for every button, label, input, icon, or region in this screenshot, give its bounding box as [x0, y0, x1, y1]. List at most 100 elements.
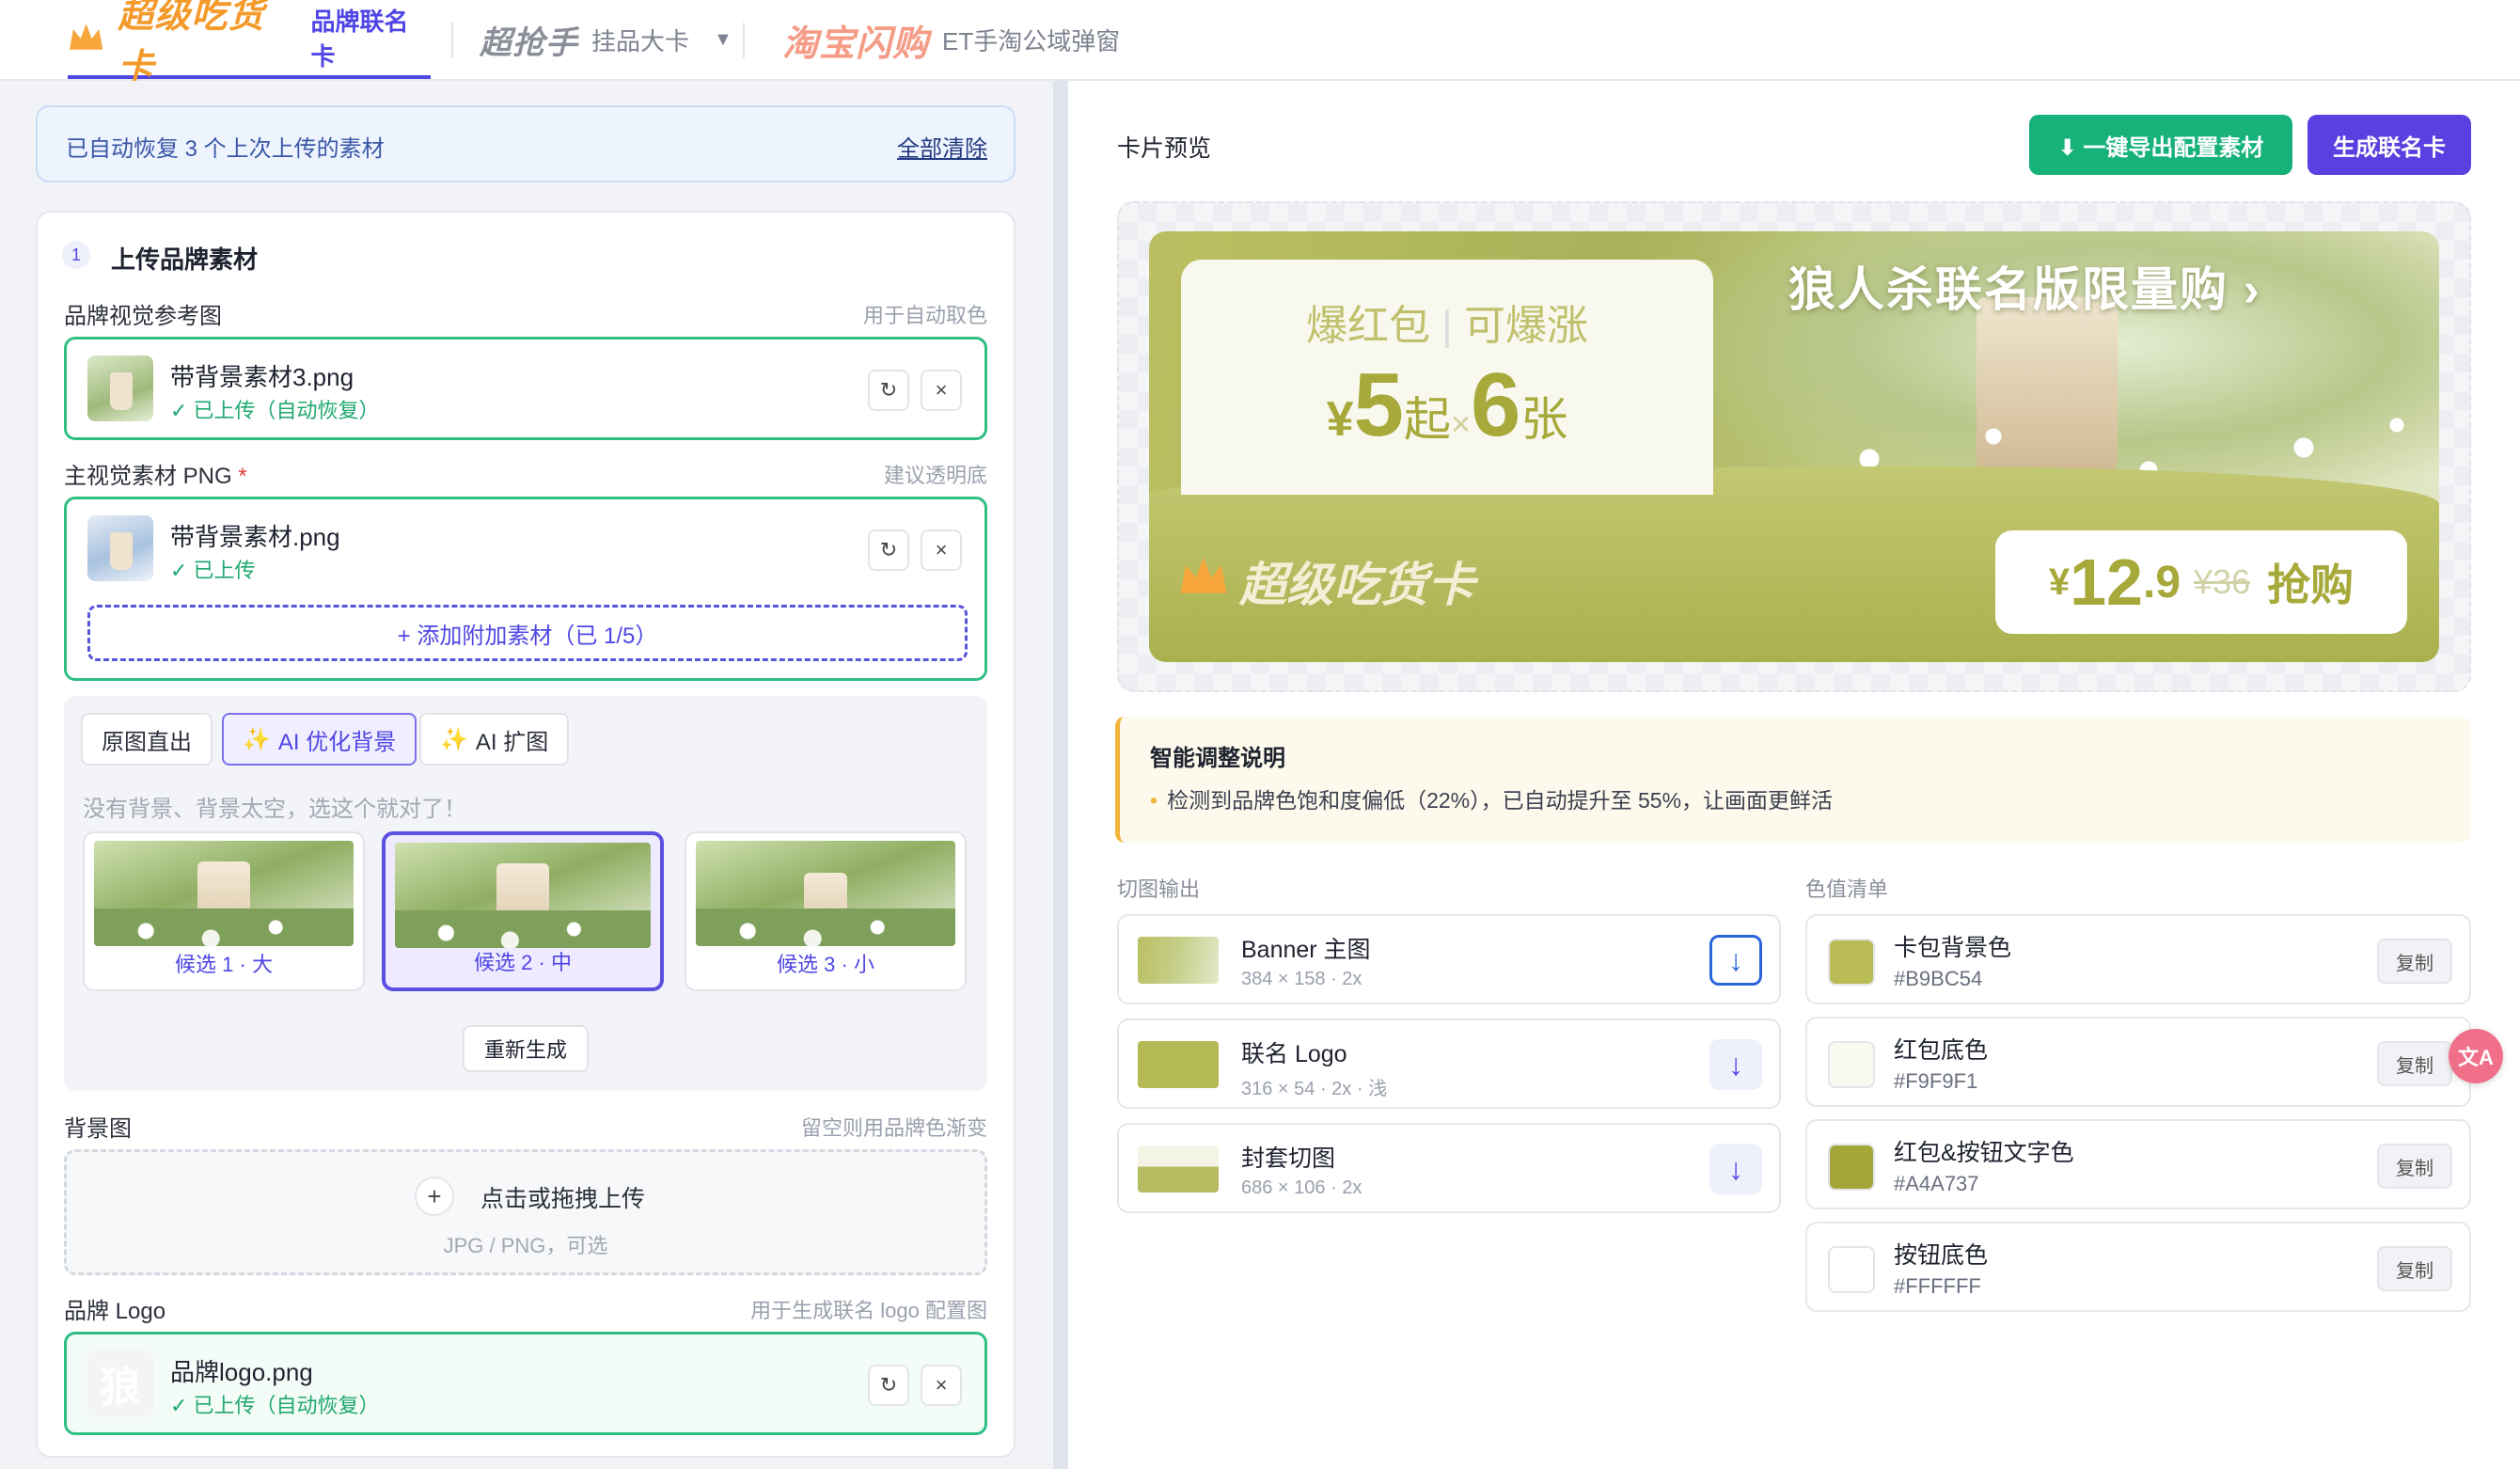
tag-1: 爆红包 [1306, 303, 1431, 349]
color-hex: #A4A737 [1894, 1172, 1979, 1195]
mode-ai-expand-button[interactable]: ✨ AI 扩图 [419, 713, 570, 766]
file-name: 品牌logo.png [170, 1358, 313, 1386]
output-size: 316 × 54 · 2x · 浅 [1241, 1079, 1388, 1099]
colors-label: 色值清单 [1805, 877, 1889, 901]
color-swatch [1828, 1144, 1875, 1191]
output-size: 686 × 106 · 2x [1241, 1177, 1362, 1198]
step-number: 1 [62, 241, 90, 269]
close-icon[interactable]: × [921, 529, 962, 571]
output-name: 联名 Logo [1241, 1041, 1347, 1067]
smart-adjust-note: 智能调整说明 • 检测到品牌色饱和度偏低（22%），已自动提升至 55%，让画面更… [1115, 717, 2471, 843]
tab-divider [451, 23, 453, 58]
mode-original-button[interactable]: 原图直出 [81, 713, 213, 766]
copy-button[interactable]: 复制 [2377, 1144, 2452, 1189]
main-visual-file: 带背景素材.png ✓ 已上传 ↻ × + 添加附加素材（已 1/5） [64, 497, 987, 681]
output-item-envelope[interactable]: 封套切图 686 × 106 · 2x ↓ [1117, 1123, 1781, 1213]
export-button[interactable]: ⬇ 一键导出配置素材 [2029, 115, 2292, 175]
output-item-logo[interactable]: 联名 Logo 316 × 54 · 2x · 浅 ↓ [1117, 1019, 1781, 1109]
tab3-brand: 淘宝闪购 [782, 24, 930, 64]
generate-button[interactable]: 生成联名卡 [2307, 115, 2471, 175]
file-status: ✓ 已上传（自动恢复） [170, 1394, 380, 1417]
required-mark: * [238, 464, 247, 489]
output-item-banner[interactable]: Banner 主图 384 × 158 · 2x ↓ [1117, 914, 1781, 1004]
color-name: 按钮底色 [1894, 1242, 1989, 1269]
mode-tip: 没有背景、背景太空，选这个就对了！ [83, 797, 466, 822]
bg-label: 背景图 [64, 1116, 132, 1142]
tag-2: 可爆涨 [1463, 303, 1588, 349]
restore-text: 已自动恢复 3 个上次上传的素材 [66, 136, 385, 162]
ai-options-panel: 原图直出 ✨ AI 优化背景 ✨ AI 扩图 没有背景、背景太空，选这个就对了！ 候… [64, 696, 987, 1091]
tab-brand-collab-card[interactable]: 超级吃货卡 品牌联名卡 [68, 0, 431, 87]
file-status: ✓ 已上传 [170, 559, 256, 582]
yen-symbol: ¥ [1326, 392, 1354, 447]
main-visual-label-text: 主视觉素材 PNG [64, 464, 232, 489]
preview-title: 卡片预览 [1117, 135, 1212, 162]
tab-taobao-flash[interactable]: 淘宝闪购 ET手淘公域弹窗 [782, 0, 1120, 79]
color-name: 红包底色 [1894, 1037, 1989, 1064]
output-name: 封套切图 [1241, 1145, 1336, 1172]
output-name: Banner 主图 [1241, 937, 1371, 963]
tab-hot-item-card[interactable]: 超抢手 挂品大卡 ▼ [480, 0, 732, 79]
regenerate-button[interactable]: 重新生成 [463, 1025, 589, 1072]
refresh-icon[interactable]: ↻ [868, 370, 909, 411]
color-name: 卡包背景色 [1894, 935, 2012, 961]
candidate-2[interactable]: 候选 2 · 中 [382, 831, 664, 991]
translate-icon[interactable]: 文A [2449, 1029, 2503, 1083]
visual-ref-hint: 用于自动取色 [862, 304, 987, 327]
card-brand: 超级吃货卡 [1239, 559, 1474, 611]
logo-label: 品牌 Logo [64, 1299, 166, 1324]
mode-ai-expand-label: AI 扩图 [475, 729, 549, 755]
refresh-icon[interactable]: ↻ [868, 529, 909, 571]
main-visual-label: 主视觉素材 PNG * [64, 457, 247, 490]
panel-divider[interactable] [1053, 81, 1068, 1469]
candidate-1[interactable]: 候选 1 · 大 [83, 831, 365, 991]
close-icon[interactable]: × [921, 370, 962, 411]
logo-hint: 用于生成联名 logo 配置图 [750, 1299, 987, 1322]
copy-button[interactable]: 复制 [2377, 939, 2452, 984]
close-icon[interactable]: × [921, 1365, 962, 1406]
file-row: 狼 [87, 1351, 153, 1416]
color-hex: #B9BC54 [1894, 967, 1983, 990]
sparkle-icon: ✨ [440, 726, 468, 752]
clear-all-link[interactable]: 全部清除 [897, 130, 987, 163]
color-item-card-bg: 卡包背景色 #B9BC54 复制 [1805, 914, 2471, 1004]
color-swatch [1828, 1041, 1875, 1088]
btn-text: 抢购 [2267, 561, 2355, 609]
note-item: • 检测到品牌色饱和度偏低（22%），已自动提升至 55%，让画面更鲜活 [1150, 788, 1834, 813]
buy-button: ¥12.9 ¥36 抢购 [1995, 530, 2407, 634]
download-icon[interactable]: ↓ [1709, 935, 1762, 986]
candidate-3[interactable]: 候选 3 · 小 [685, 831, 967, 991]
sparkle-icon: ✨ [243, 726, 271, 752]
crown-icon [1180, 557, 1227, 593]
refresh-icon[interactable]: ↻ [868, 1365, 909, 1406]
bg-upload-zone[interactable]: + 点击或拖拽上传 JPG / PNG，可选 [64, 1149, 987, 1275]
color-item-packet-bg: 红包底色 #F9F9F1 复制 [1805, 1017, 2471, 1107]
red-packet-card: 爆红包 | 可爆涨 ¥5起×6张 [1181, 260, 1713, 495]
btn-price-int: 12 [2070, 545, 2143, 619]
btn-price-dec: .9 [2143, 557, 2181, 608]
visual-ref-label: 品牌视觉参考图 [64, 304, 222, 329]
file-status: ✓ 已上传（自动恢复） [170, 399, 380, 422]
output-size: 384 × 158 · 2x [1241, 969, 1362, 989]
step-title: 上传品牌素材 [111, 245, 259, 274]
mode-ai-bg-button[interactable]: ✨ AI 优化背景 [222, 713, 417, 766]
bg-hint: 留空则用品牌色渐变 [800, 1116, 987, 1140]
download-icon[interactable]: ↓ [1709, 1144, 1762, 1194]
color-name: 红包&按钮文字色 [1894, 1140, 2074, 1166]
download-icon[interactable]: ↓ [1709, 1039, 1762, 1090]
candidate-label: 候选 3 · 小 [777, 953, 874, 976]
chevron-down-icon[interactable]: ▼ [714, 29, 732, 51]
main-visual-hint: 建议透明底 [883, 464, 987, 487]
count: 6 [1470, 355, 1521, 455]
upload-formats: JPG / PNG，可选 [443, 1234, 608, 1257]
color-item-text: 红包&按钮文字色 #A4A737 复制 [1805, 1119, 2471, 1209]
card-headline: 狼人杀联名版限量购 › [1788, 263, 2261, 316]
note-title: 智能调整说明 [1150, 746, 1285, 771]
copy-button[interactable]: 复制 [2377, 1246, 2452, 1291]
logo-thumbnail: 狼 [87, 1351, 153, 1416]
add-extra-asset-button[interactable]: + 添加附加素材（已 1/5） [87, 605, 968, 661]
tab2-sub: 挂品大卡 [591, 26, 690, 55]
restore-banner: 已自动恢复 3 个上次上传的素材 全部清除 [36, 105, 1016, 182]
candidate-label: 候选 1 · 大 [175, 953, 273, 976]
copy-button[interactable]: 复制 [2377, 1041, 2452, 1086]
